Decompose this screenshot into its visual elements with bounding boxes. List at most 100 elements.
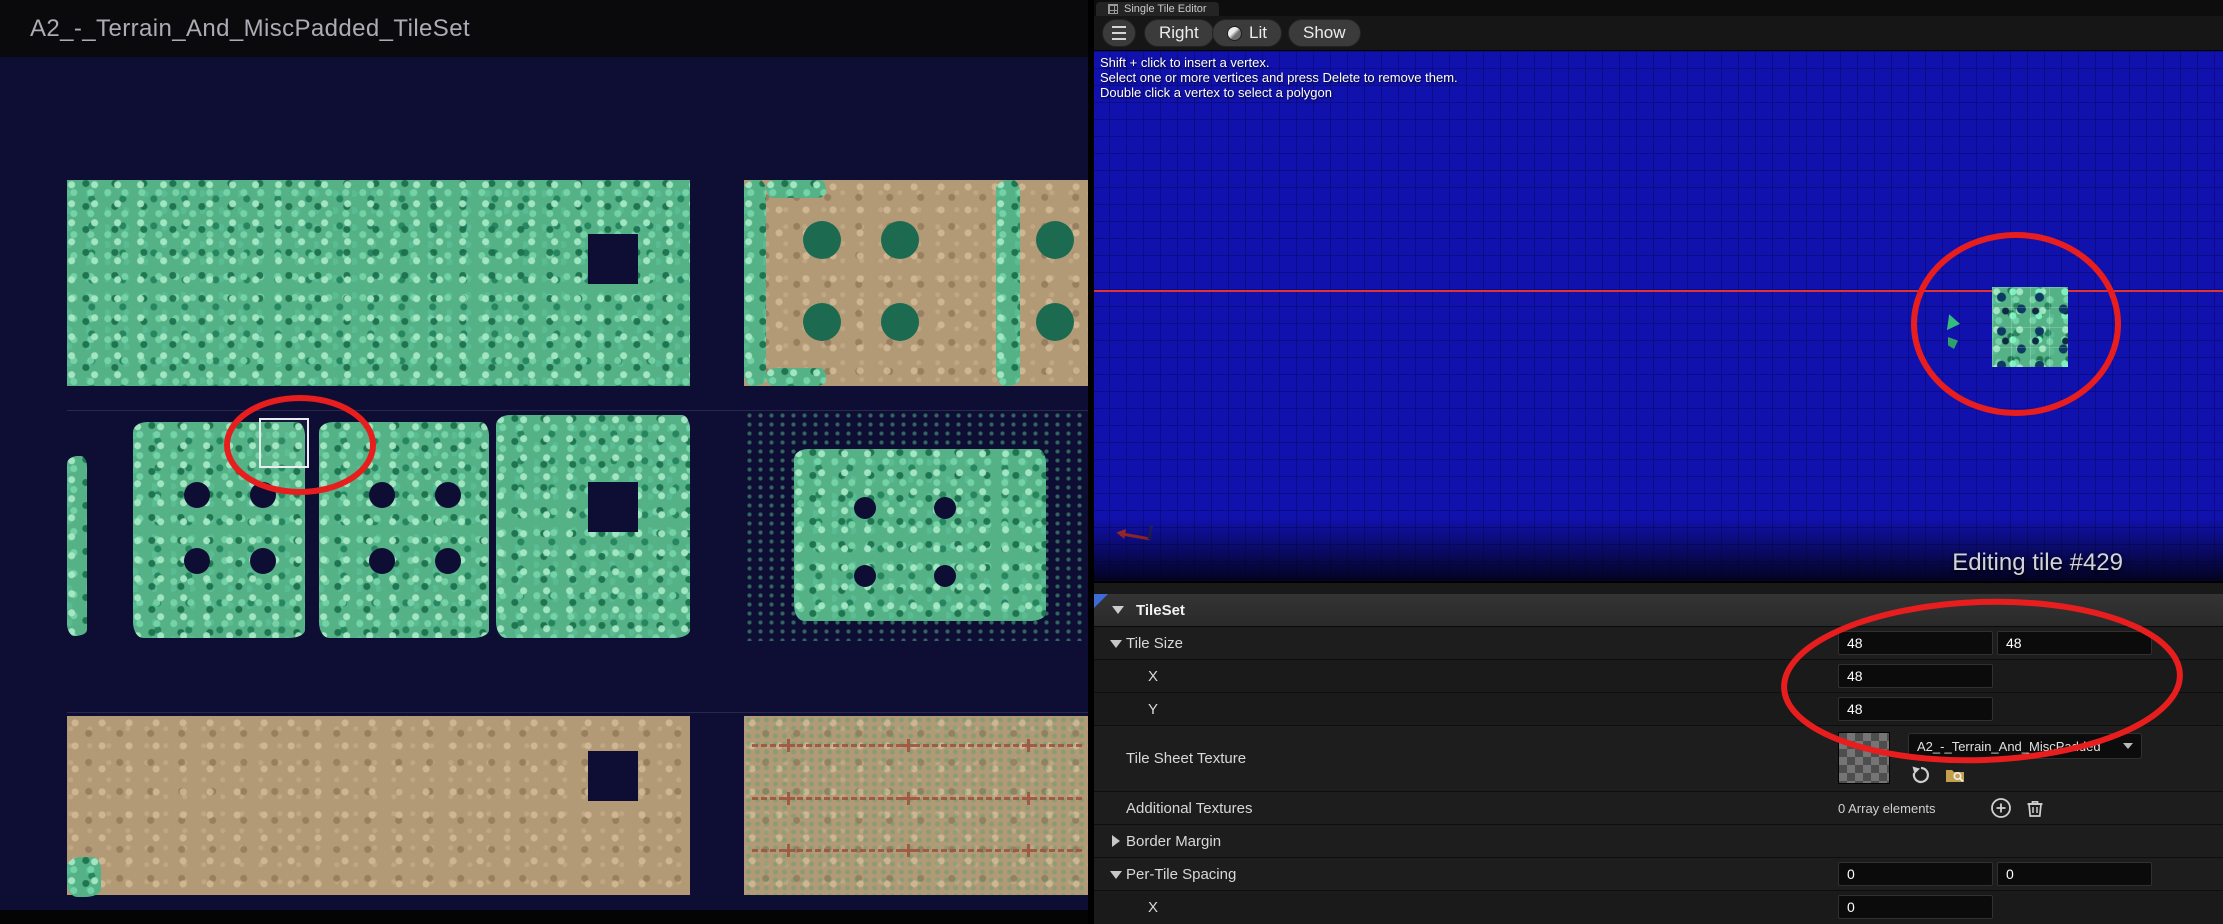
tile-grid-line [67, 712, 1092, 713]
sprite-fragment [1946, 314, 1962, 332]
spacing-height-input[interactable] [1998, 863, 2151, 885]
tile-size-x-input[interactable] [1839, 665, 1992, 687]
pattern-dash-line [752, 739, 1082, 752]
tile-grass-strip [67, 456, 87, 636]
tile-subgrid-overlay [1992, 287, 2068, 367]
property-label: Y [1148, 701, 1159, 718]
spacing-width-field[interactable] [1838, 862, 1993, 886]
editing-tile-status: Editing tile #429 [1952, 549, 2123, 576]
tile-hole [934, 565, 956, 587]
tile-hole [854, 565, 876, 587]
expander-open-icon[interactable] [1110, 640, 1122, 648]
tile-dirt-block [67, 716, 690, 895]
tileset-viewer-header: A2_-_Terrain_And_MiscPadded_TileSet [0, 0, 1092, 57]
viewport-options-button[interactable] [1102, 19, 1136, 47]
tile-editor-viewport[interactable]: Shift + click to insert a vertex. Select… [1092, 51, 2223, 581]
row-spacing-x: X [1092, 891, 2223, 924]
tile-dirt-speckled [744, 716, 1092, 895]
hamburger-icon [1112, 38, 1126, 40]
edited-tile-sprite[interactable] [1992, 287, 2068, 367]
pattern-grass-edge [744, 180, 766, 386]
texture-asset-combo[interactable]: A2_-_Terrain_And_MiscPadded [1908, 733, 2142, 759]
delete-element-icon[interactable] [2024, 797, 2046, 819]
property-label: Border Margin [1126, 833, 1222, 850]
speckle-texture [744, 716, 1092, 895]
spacing-x-field[interactable] [1838, 895, 1993, 919]
panel-corner-marker [1092, 594, 1108, 610]
tile-size-height-input[interactable] [1998, 632, 2151, 654]
sprite-fragment-marks [1946, 314, 1962, 349]
category-label: TileSet [1136, 601, 1185, 619]
tile-size-width-input[interactable] [1839, 632, 1992, 654]
use-selected-asset-icon[interactable] [1910, 764, 1932, 786]
show-flags-button[interactable]: Show [1288, 19, 1361, 47]
pattern-plus-mark [782, 844, 795, 857]
bottom-letterbox [0, 910, 1092, 924]
row-tile-size: Tile Size [1092, 627, 2223, 660]
tile-hole [250, 482, 276, 508]
property-label: Tile Size [1126, 635, 1183, 652]
spacing-height-field[interactable] [1997, 862, 2152, 886]
property-label: X [1148, 668, 1159, 685]
tile-size-height-field[interactable] [1997, 631, 2152, 655]
pattern-dot [881, 221, 919, 259]
tile-dirt-pattern [744, 180, 1092, 386]
tile-hole [369, 548, 395, 574]
view-mode-button[interactable]: Lit [1212, 19, 1282, 47]
viewport-toolbar: Right Lit Show [1092, 16, 2223, 51]
texture-asset-name: A2_-_Terrain_And_MiscPadded [1917, 738, 2101, 754]
tile-hole [588, 751, 638, 801]
row-tile-size-y: Y [1092, 693, 2223, 726]
row-tile-sheet-texture: Tile Sheet Texture A2_-_Terrain_And_Misc… [1092, 726, 2223, 792]
tile-grass-fragment [67, 857, 101, 897]
expander-open-icon [1112, 606, 1124, 614]
tile-size-width-field[interactable] [1838, 631, 1993, 655]
tile-grass-blob [794, 449, 1046, 621]
tile-hole [184, 548, 210, 574]
tile-grass-cluster [496, 415, 690, 638]
texture-thumbnail[interactable] [1838, 732, 1890, 784]
expander-closed-icon[interactable] [1112, 835, 1120, 847]
tile-size-y-field[interactable] [1838, 697, 1993, 721]
tile-grass-speckled [744, 411, 1092, 641]
spacing-x-input[interactable] [1839, 896, 1992, 918]
hamburger-icon [1112, 32, 1126, 34]
camera-orientation-button[interactable]: Right [1144, 19, 1214, 47]
spacing-width-input[interactable] [1839, 863, 1992, 885]
pattern-plus-mark [1022, 844, 1035, 857]
tile-grass-block [67, 180, 690, 386]
tile-hole [588, 482, 638, 532]
tile-hole [184, 482, 210, 508]
view-mode-label: Lit [1249, 23, 1267, 42]
tile-hole [854, 497, 876, 519]
tile-size-x-field[interactable] [1838, 664, 1993, 688]
hamburger-icon [1112, 26, 1126, 28]
tile-hole [435, 548, 461, 574]
pattern-plus-mark [782, 739, 795, 752]
pattern-plus-mark [902, 844, 915, 857]
row-tile-size-x: X [1092, 660, 2223, 693]
property-label: Per-Tile Spacing [1126, 866, 1237, 883]
property-label: Additional Textures [1126, 800, 1253, 817]
pattern-dot [1036, 221, 1074, 259]
instruction-line: Double click a vertex to select a polygo… [1100, 85, 1332, 100]
property-label: X [1148, 899, 1159, 916]
panel-divider[interactable] [1088, 0, 1094, 924]
browse-to-asset-icon[interactable] [1944, 764, 1966, 786]
pattern-plus-mark [902, 792, 915, 805]
lit-sphere-icon [1227, 25, 1242, 41]
sprite-fragment [1948, 337, 1958, 349]
instruction-line: Shift + click to insert a vertex. [1100, 55, 1270, 70]
add-element-icon[interactable] [1990, 797, 2012, 819]
tile-hole [588, 234, 638, 284]
tile-hole [250, 548, 276, 574]
pattern-plus-mark [1022, 792, 1035, 805]
pattern-plus-mark [902, 739, 915, 752]
expander-open-icon[interactable] [1110, 871, 1122, 879]
tab-strip: Single Tile Editor [1092, 0, 2223, 16]
category-header-tileset[interactable]: TileSet [1092, 594, 2223, 627]
tab-single-tile-editor[interactable]: Single Tile Editor [1096, 2, 1219, 16]
tile-size-y-input[interactable] [1839, 698, 1992, 720]
tileset-canvas[interactable] [0, 57, 1092, 924]
viewport-instructions: Shift + click to insert a vertex. Select… [1100, 55, 1458, 100]
